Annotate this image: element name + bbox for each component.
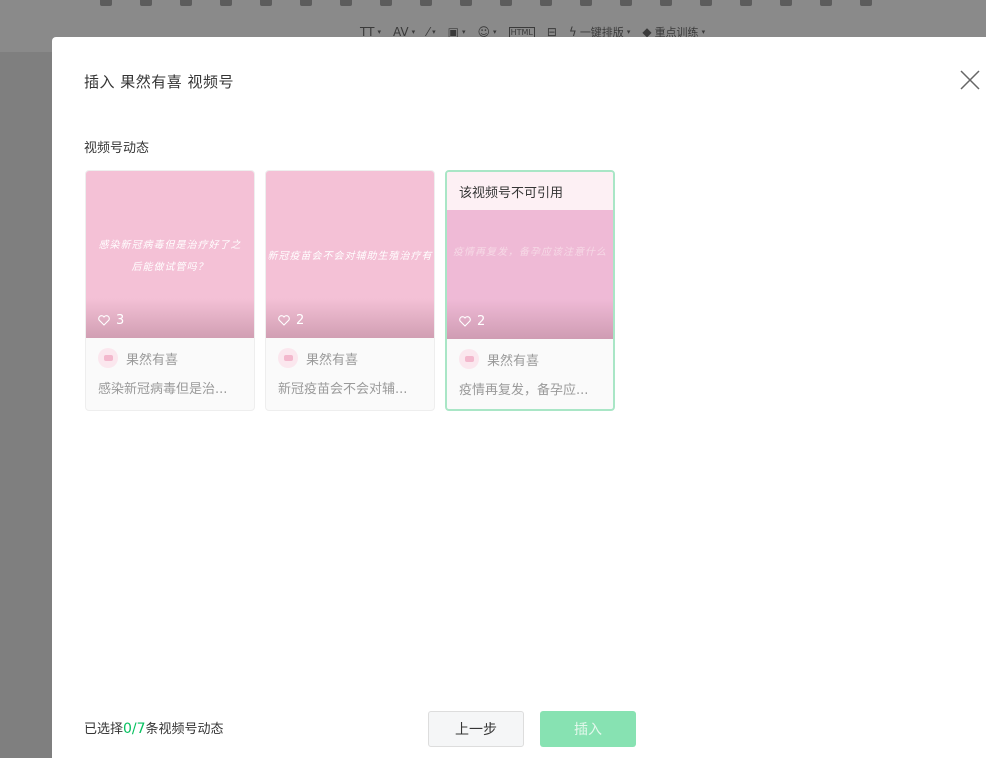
toolbar-icon — [100, 0, 112, 6]
author-row: 果然有喜 — [98, 348, 242, 368]
toolbar-row-top — [100, 0, 960, 8]
toolbar-icon — [820, 0, 832, 6]
toolbar-icon — [660, 0, 672, 6]
selection-count: 0/7 — [123, 721, 146, 737]
like-count: 3 — [98, 313, 124, 328]
cover-caption: 疫情再复发，备孕应该注意什么 — [453, 247, 607, 258]
author-row: 果然有喜 — [459, 349, 601, 369]
like-count: 2 — [459, 314, 485, 329]
toolbar-icon — [260, 0, 272, 6]
toolbar-icon — [540, 0, 552, 6]
avatar — [98, 348, 118, 368]
toolbar-icon — [340, 0, 352, 6]
heart-icon — [278, 315, 290, 326]
toolbar-icon — [460, 0, 472, 6]
author-row: 果然有喜 — [278, 348, 422, 368]
previous-step-button[interactable]: 上一步 — [428, 711, 524, 747]
video-description: 疫情再复发，备孕应... — [459, 383, 589, 398]
toolbar-icon — [180, 0, 192, 6]
video-cover: 疫情再复发，备孕应该注意什么 2 — [447, 210, 613, 339]
author-name: 果然有喜 — [126, 352, 179, 368]
selection-status: 已选择0/7条视频号动态 — [84, 718, 224, 737]
toolbar-icon — [220, 0, 232, 6]
video-cover: 新冠疫苗会不会对辅助生殖治疗有 2 — [266, 171, 434, 338]
toolbar-icon — [700, 0, 712, 6]
avatar — [278, 348, 298, 368]
toolbar-icon — [140, 0, 152, 6]
author-name: 果然有喜 — [487, 353, 540, 369]
html-tool: HTML — [508, 26, 535, 38]
html-icon: HTML — [508, 26, 535, 38]
insert-channel-dialog: 插入 果然有喜 视频号 视频号动态 感染新冠病毒但是治疗好了之 后能做试管吗？ … — [52, 37, 986, 758]
heart-icon — [459, 316, 471, 327]
close-button[interactable] — [960, 70, 980, 90]
video-card[interactable]: 新冠疫苗会不会对辅助生殖治疗有 2 果然有喜 新冠疫苗会不会对辅... — [265, 170, 435, 411]
video-description: 新冠疫苗会不会对辅... — [278, 382, 408, 397]
insert-button[interactable]: 插入 — [540, 711, 636, 747]
selection-suffix: 条视频号动态 — [145, 722, 224, 737]
cover-caption: 新冠疫苗会不会对辅助生殖治疗有 — [267, 251, 433, 262]
toolbar-icon — [420, 0, 432, 6]
selection-prefix: 已选择 — [84, 722, 124, 737]
toolbar-icon — [780, 0, 792, 6]
author-name: 果然有喜 — [306, 352, 359, 368]
video-description: 感染新冠病毒但是治... — [98, 382, 228, 397]
video-card-disabled: 该视频号不可引用 疫情再复发，备孕应该注意什么 2 果然有喜 疫情再复发，备孕应… — [445, 170, 615, 411]
toolbar-icon — [860, 0, 872, 6]
toolbar-icon — [580, 0, 592, 6]
toolbar-icon — [740, 0, 752, 6]
toolbar-icon — [620, 0, 632, 6]
close-icon — [960, 70, 980, 90]
video-card[interactable]: 感染新冠病毒但是治疗好了之 后能做试管吗？ 3 果然有喜 感染新冠病毒但是治..… — [85, 170, 255, 411]
toolbar-icon — [380, 0, 392, 6]
not-citable-notice: 该视频号不可引用 — [447, 172, 613, 210]
avatar — [459, 349, 479, 369]
toolbar-icon — [500, 0, 512, 6]
toolbar-icon — [300, 0, 312, 6]
section-label: 视频号动态 — [84, 141, 150, 156]
cover-caption: 感染新冠病毒但是治疗好了之 后能做试管吗？ — [98, 240, 242, 273]
heart-icon — [98, 315, 110, 326]
video-cover: 感染新冠病毒但是治疗好了之 后能做试管吗？ 3 — [86, 171, 254, 338]
like-count: 2 — [278, 313, 304, 328]
dialog-title: 插入 果然有喜 视频号 — [84, 73, 235, 91]
video-card-list: 感染新冠病毒但是治疗好了之 后能做试管吗？ 3 果然有喜 感染新冠病毒但是治..… — [85, 170, 615, 411]
